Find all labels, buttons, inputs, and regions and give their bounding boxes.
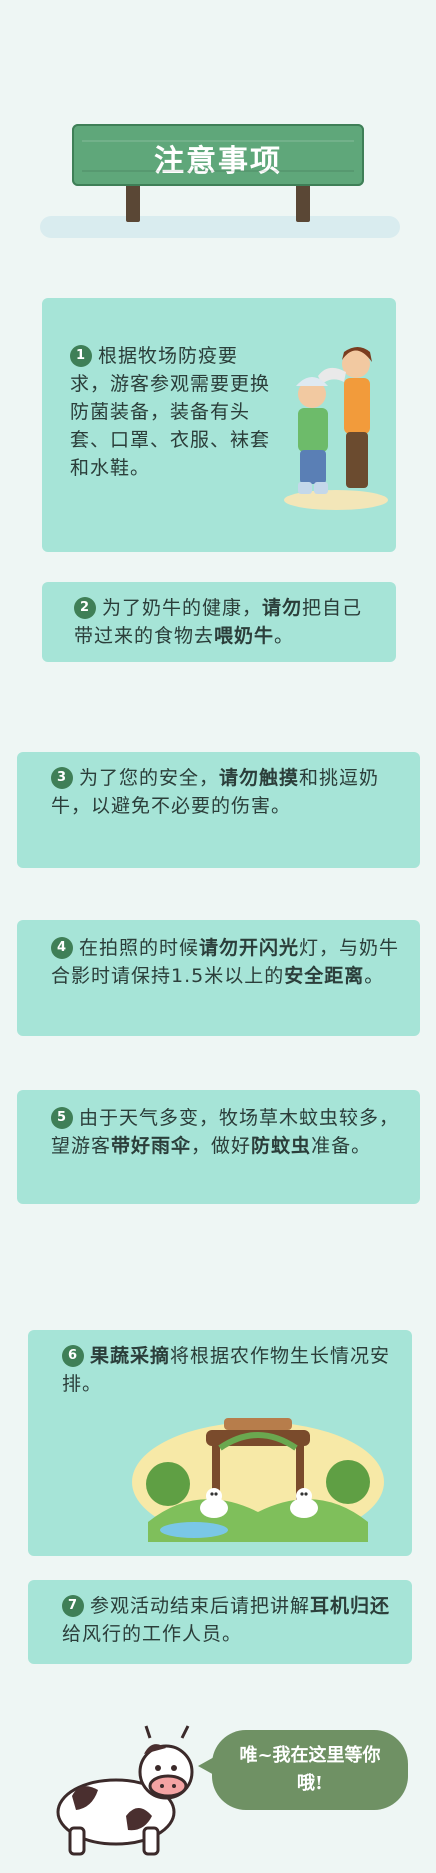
notice-badge-7: 7 [62,1595,84,1617]
title-sign: 注意事项 [40,120,400,238]
notice-badge-5: 5 [51,1107,73,1129]
cow-icon [56,1725,194,1856]
sign-board: 注意事项 [72,124,364,186]
notice-badge-4: 4 [51,937,73,959]
notice-card-5: 5 由于天气多变，牧场草木蚊虫较多，望游客带好雨伞，做好防蚊虫准备。 [17,1090,420,1204]
notice-text-5: 5 由于天气多变，牧场草木蚊虫较多，望游客带好雨伞，做好防蚊虫准备。 [51,1107,400,1157]
notice-text-2: 2 为了奶牛的健康，请勿把自己带过来的食物去喂奶牛。 [74,597,363,647]
farm-gate-illustration [132,1418,384,1542]
notice-card-7: 7 参观活动结束后请把讲解耳机归还给风行的工作人员。 [28,1580,412,1664]
notice-card-4: 4 在拍照的时候请勿开闪光灯，与奶牛合影时请保持1.5米以上的安全距离。 [17,920,420,1036]
notice-badge-6: 6 [62,1345,84,1367]
sign-grass [40,216,400,238]
sign-post-right [296,184,310,222]
visitors-illustration [284,347,388,510]
notice-text-7: 7 参观活动结束后请把讲解耳机归还给风行的工作人员。 [62,1595,391,1645]
notice-card-1: 1 根据牧场防疫要求，游客参观需要更换防菌装备，装备有头套、口罩、衣服、袜套和水鞋… [42,298,396,552]
notice-card-3: 3 为了您的安全，请勿触摸和挑逗奶牛，以避免不必要的伤害。 [17,752,420,868]
notice-card-6: 6 果蔬采摘将根据农作物生长情况安排。 [28,1330,412,1556]
page-title: 注意事项 [154,144,282,179]
notice-badge-2: 2 [74,597,96,619]
sign-post-left [126,184,140,222]
notice-text-3: 3 为了您的安全，请勿触摸和挑逗奶牛，以避免不必要的伤害。 [51,767,380,817]
notice-text-1: 1 根据牧场防疫要求，游客参观需要更换防菌装备，装备有头套、口罩、衣服、袜套和水鞋… [70,345,271,479]
notice-badge-1: 1 [70,345,92,367]
notice-badge-3: 3 [51,767,73,789]
notice-text-4: 4 在拍照的时候请勿开闪光灯，与奶牛合影时请保持1.5米以上的安全距离。 [51,937,400,987]
notice-card-2: 2 为了奶牛的健康，请勿把自己带过来的食物去喂奶牛。 [42,582,396,662]
speech-bubble: 唯~我在这里等你哦! [198,1730,408,1810]
speech-bubble-text: 唯~我在这里等你哦! [239,1745,381,1794]
notice-text-6: 6 果蔬采摘将根据农作物生长情况安排。 [62,1345,391,1395]
